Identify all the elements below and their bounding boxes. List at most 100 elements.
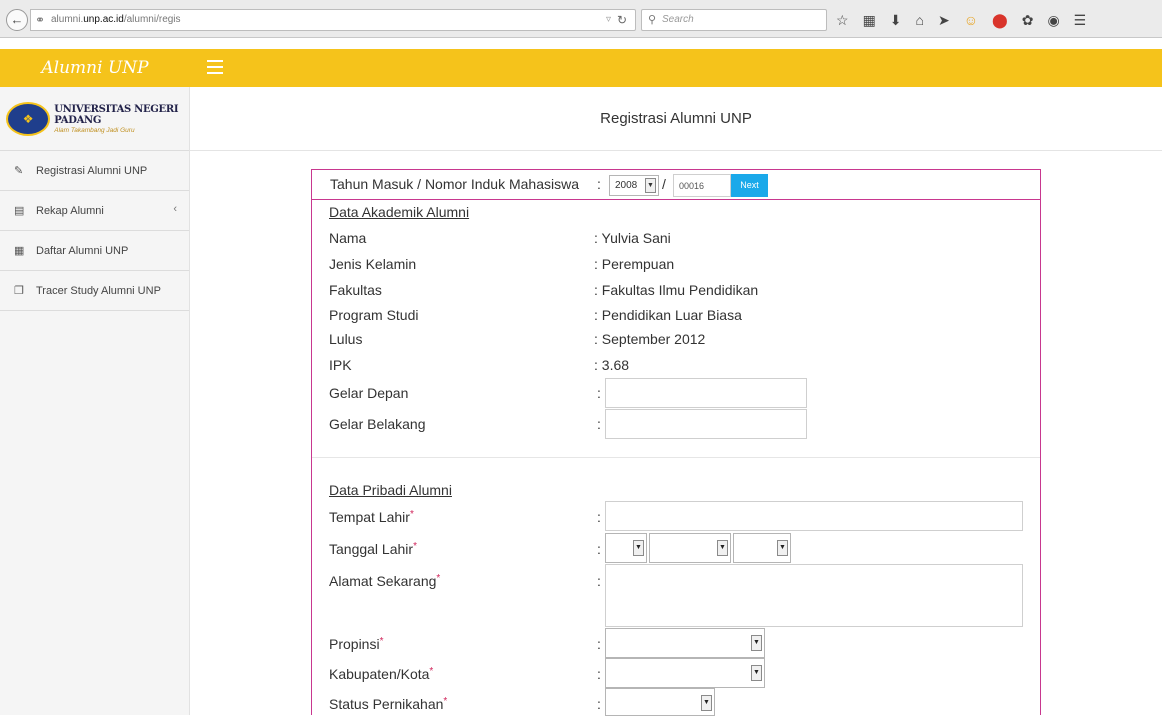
university-logo: ❖ UNIVERSITAS NEGERI PADANG Alam Takamba… bbox=[0, 87, 189, 151]
globe-icon: ⚭ bbox=[35, 13, 46, 27]
year-value: 2008 bbox=[615, 180, 638, 191]
next-button[interactable]: Next bbox=[731, 174, 768, 197]
browser-toolbar: ← ⚭ alumni.unp.ac.id/alumni/regis ▿ ↻ ⚲ … bbox=[0, 0, 1162, 38]
sidebar-item-tracer[interactable]: ❐ Tracer Study Alumni UNP bbox=[0, 271, 189, 311]
label-text: Alamat Sekarang bbox=[329, 573, 437, 589]
send-icon[interactable]: ➤ bbox=[938, 10, 950, 30]
alamat-textarea[interactable] bbox=[605, 564, 1023, 627]
label-program-studi: Program Studi bbox=[329, 307, 419, 323]
colon: : bbox=[597, 636, 601, 652]
kabupaten-select[interactable]: ▼ bbox=[605, 658, 765, 688]
url-path: /alumni/regis bbox=[123, 14, 181, 25]
label-text: Propinsi bbox=[329, 636, 380, 652]
chevron-down-icon: ▼ bbox=[777, 540, 788, 556]
section-title-akademik: Data Akademik Alumni bbox=[329, 204, 470, 220]
colon: : bbox=[597, 573, 601, 589]
bar-chart-icon: ▤ bbox=[14, 205, 25, 217]
dropdown-icon[interactable]: ▿ bbox=[606, 14, 611, 25]
files-icon: ❐ bbox=[14, 285, 24, 297]
colon: : bbox=[597, 666, 601, 682]
label-tanggal-lahir: Tanggal Lahir* bbox=[329, 541, 417, 557]
url-text: alumni.unp.ac.id/alumni/regis bbox=[51, 14, 181, 25]
sidebar-item-label: Tracer Study Alumni UNP bbox=[36, 284, 161, 297]
required-asterisk: * bbox=[379, 636, 384, 647]
search-input[interactable]: ⚲ Search bbox=[641, 9, 827, 31]
back-arrow-icon[interactable]: ← bbox=[6, 9, 28, 31]
month-select[interactable]: ▼ bbox=[649, 533, 731, 563]
chevron-down-icon: ▼ bbox=[645, 178, 656, 193]
address-bar[interactable]: ⚭ alumni.unp.ac.id/alumni/regis ▿ ↻ bbox=[30, 9, 636, 31]
sidebar-item-registrasi[interactable]: ✎ Registrasi Alumni UNP bbox=[0, 151, 189, 191]
bookmark-star-icon[interactable]: ☆ bbox=[836, 10, 849, 30]
reading-list-icon[interactable]: ▦ bbox=[863, 10, 876, 30]
label-lulus: Lulus bbox=[329, 331, 363, 347]
label-status-pernikahan: Status Pernikahan* bbox=[329, 696, 447, 712]
label-jenis-kelamin: Jenis Kelamin bbox=[329, 256, 417, 272]
chevron-left-icon: ‹ bbox=[173, 203, 177, 215]
gelar-belakang-input[interactable] bbox=[605, 409, 807, 439]
label-fakultas: Fakultas bbox=[329, 282, 382, 298]
sidebar-item-daftar[interactable]: ▦ Daftar Alumni UNP bbox=[0, 231, 189, 271]
chevron-down-icon: ▼ bbox=[633, 540, 644, 556]
chat-icon[interactable]: ◉ bbox=[1047, 10, 1059, 30]
brand-title[interactable]: Alumni UNP bbox=[0, 49, 190, 87]
chevron-down-icon: ▼ bbox=[751, 665, 762, 681]
label-text: Status Pernikahan bbox=[329, 696, 444, 712]
label-gelar-depan: Gelar Depan bbox=[329, 385, 409, 401]
year-birth-select[interactable]: ▼ bbox=[733, 533, 791, 563]
edit-icon: ✎ bbox=[14, 165, 24, 177]
download-icon[interactable]: ⬇ bbox=[890, 10, 902, 30]
url-subdomain: alumni. bbox=[51, 14, 84, 25]
year-select[interactable]: 2008 ▼ bbox=[609, 175, 659, 196]
colon: : bbox=[597, 416, 601, 432]
search-icon: ⚲ bbox=[648, 14, 657, 26]
toolbar-icons: ☆ ▦ ⬇ ⌂ ➤ ☺ ⬤ ✿ ◉ ☰ bbox=[836, 9, 1086, 31]
tempat-lahir-input[interactable] bbox=[605, 501, 1023, 531]
chevron-down-icon: ▼ bbox=[701, 695, 712, 711]
required-asterisk: * bbox=[429, 666, 434, 677]
menu-icon[interactable]: ☰ bbox=[1074, 10, 1087, 30]
section-divider bbox=[312, 457, 1040, 458]
reload-icon[interactable]: ↻ bbox=[617, 13, 627, 27]
url-domain: unp.ac.id bbox=[83, 14, 124, 25]
label-text: Tanggal Lahir bbox=[329, 541, 414, 557]
required-asterisk: * bbox=[443, 696, 448, 707]
value-program-studi: : Pendidikan Luar Biasa bbox=[594, 307, 742, 323]
gelar-depan-input[interactable] bbox=[605, 378, 807, 408]
slash-separator: / bbox=[662, 176, 666, 192]
sidebar-item-label: Registrasi Alumni UNP bbox=[36, 164, 148, 177]
sidebar-item-rekap[interactable]: ▤ Rekap Alumni ‹ bbox=[0, 191, 189, 231]
value-fakultas: : Fakultas Ilmu Pendidikan bbox=[594, 282, 759, 298]
label-nama: Nama bbox=[329, 230, 367, 246]
propinsi-select[interactable]: ▼ bbox=[605, 628, 765, 658]
value-nama: : Yulvia Sani bbox=[594, 230, 671, 246]
label-gelar-belakang: Gelar Belakang bbox=[329, 416, 426, 432]
hamburger-menu-icon[interactable] bbox=[207, 60, 223, 78]
chevron-down-icon: ▼ bbox=[717, 540, 728, 556]
sidebar: ❖ UNIVERSITAS NEGERI PADANG Alam Takamba… bbox=[0, 87, 190, 715]
chevron-down-icon: ▼ bbox=[751, 635, 762, 651]
home-icon[interactable]: ⌂ bbox=[916, 10, 924, 30]
label-text: Kabupaten/Kota bbox=[329, 666, 430, 682]
page-title: Registrasi Alumni UNP bbox=[190, 87, 1162, 151]
nim-row: Tahun Masuk / Nomor Induk Mahasiswa : 20… bbox=[312, 170, 1040, 200]
colon: : bbox=[597, 385, 601, 401]
table-icon: ▦ bbox=[14, 245, 25, 257]
emoji-addon-icon[interactable]: ☺ bbox=[964, 10, 978, 30]
addon-icon[interactable]: ✿ bbox=[1022, 10, 1034, 30]
university-seal-icon: ❖ bbox=[6, 101, 51, 136]
required-asterisk: * bbox=[413, 541, 417, 552]
nim-label: Tahun Masuk / Nomor Induk Mahasiswa bbox=[330, 176, 579, 192]
value-ipk: : 3.68 bbox=[594, 357, 630, 373]
adblock-icon[interactable]: ⬤ bbox=[992, 10, 1008, 30]
value-jenis-kelamin: : Perempuan bbox=[594, 256, 675, 272]
search-placeholder: Search bbox=[662, 14, 694, 25]
sidebar-item-label: Daftar Alumni UNP bbox=[36, 244, 129, 257]
day-select[interactable]: ▼ bbox=[605, 533, 647, 563]
nim-input[interactable]: 00016 bbox=[673, 174, 731, 197]
colon: : bbox=[597, 696, 601, 712]
colon: : bbox=[597, 541, 601, 557]
colon: : bbox=[597, 176, 601, 192]
status-pernikahan-select[interactable]: ▼ bbox=[605, 688, 715, 716]
app-header: Alumni UNP bbox=[0, 49, 1162, 87]
